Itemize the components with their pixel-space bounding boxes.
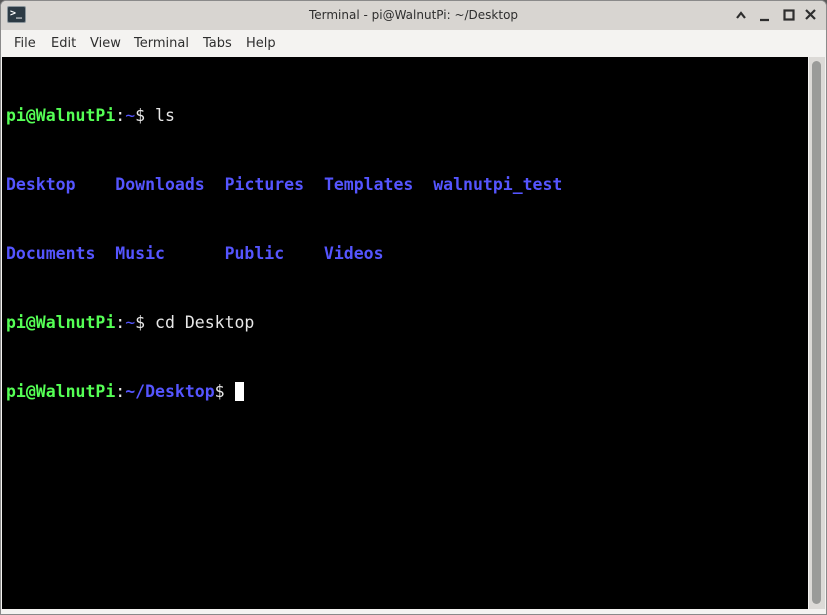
maximize-icon bbox=[783, 9, 795, 21]
minimize-button[interactable] bbox=[757, 7, 773, 23]
terminal-line: pi@WalnutPi:~$ ls bbox=[6, 104, 808, 127]
text-cursor bbox=[234, 382, 244, 401]
scrollbar-thumb[interactable] bbox=[812, 61, 821, 604]
menu-file[interactable]: File bbox=[14, 30, 36, 57]
terminal-line: pi@WalnutPi:~/Desktop$ bbox=[6, 380, 808, 403]
directory-entry: Desktop bbox=[6, 175, 76, 194]
prompt-symbol: $ bbox=[214, 382, 235, 401]
prompt-path: ~ bbox=[125, 313, 136, 332]
prompt-user: pi@WalnutPi bbox=[6, 313, 116, 332]
terminal-output[interactable]: pi@WalnutPi:~$ ls Desktop Downloads Pict… bbox=[2, 57, 808, 609]
directory-entry: Documents bbox=[6, 244, 96, 263]
command-text: cd Desktop bbox=[155, 313, 255, 332]
prompt-path: ~/Desktop bbox=[125, 382, 215, 401]
menu-edit[interactable]: Edit bbox=[51, 30, 76, 57]
directory-entry: Music bbox=[115, 244, 165, 263]
close-button[interactable] bbox=[803, 7, 819, 23]
menu-terminal[interactable]: Terminal bbox=[134, 30, 189, 57]
directory-entry: Pictures bbox=[224, 175, 305, 194]
minimize-icon bbox=[760, 18, 769, 22]
directory-entry: Public bbox=[224, 244, 285, 263]
menu-view[interactable]: View bbox=[90, 30, 121, 57]
title-bar[interactable]: >_ Terminal - pi@WalnutPi: ~/Desktop bbox=[1, 1, 826, 30]
prompt-user: pi@WalnutPi bbox=[6, 106, 116, 125]
close-icon bbox=[805, 9, 816, 20]
prompt-path: ~ bbox=[125, 106, 136, 125]
directory-entry: Templates bbox=[323, 175, 414, 194]
directory-entry: Downloads bbox=[115, 175, 205, 194]
menu-bar: File Edit View Terminal Tabs Help bbox=[1, 30, 826, 57]
directory-entry: Videos bbox=[323, 244, 384, 263]
terminal-line: Desktop Downloads Pictures Templates wal… bbox=[6, 173, 808, 196]
prompt-symbol: $ bbox=[135, 106, 156, 125]
chevron-up-icon bbox=[736, 11, 746, 19]
maximize-button[interactable] bbox=[781, 7, 797, 23]
menu-help[interactable]: Help bbox=[246, 30, 276, 57]
directory-entry: walnutpi_test bbox=[433, 175, 563, 194]
window-title: Terminal - pi@WalnutPi: ~/Desktop bbox=[308, 8, 519, 22]
command-text: ls bbox=[155, 106, 175, 125]
prompt-separator: : bbox=[115, 382, 126, 401]
prompt-user: pi@WalnutPi bbox=[6, 382, 116, 401]
menu-tabs[interactable]: Tabs bbox=[203, 30, 232, 57]
prompt-separator: : bbox=[115, 106, 126, 125]
prompt-symbol: $ bbox=[135, 313, 156, 332]
terminal-line: pi@WalnutPi:~$ cd Desktop bbox=[6, 311, 808, 334]
shade-button[interactable] bbox=[733, 7, 749, 23]
terminal-window: >_ Terminal - pi@WalnutPi: ~/Desktop Fil… bbox=[0, 0, 827, 615]
prompt-separator: : bbox=[115, 313, 126, 332]
terminal-line: Documents Music Public Videos bbox=[6, 242, 808, 265]
